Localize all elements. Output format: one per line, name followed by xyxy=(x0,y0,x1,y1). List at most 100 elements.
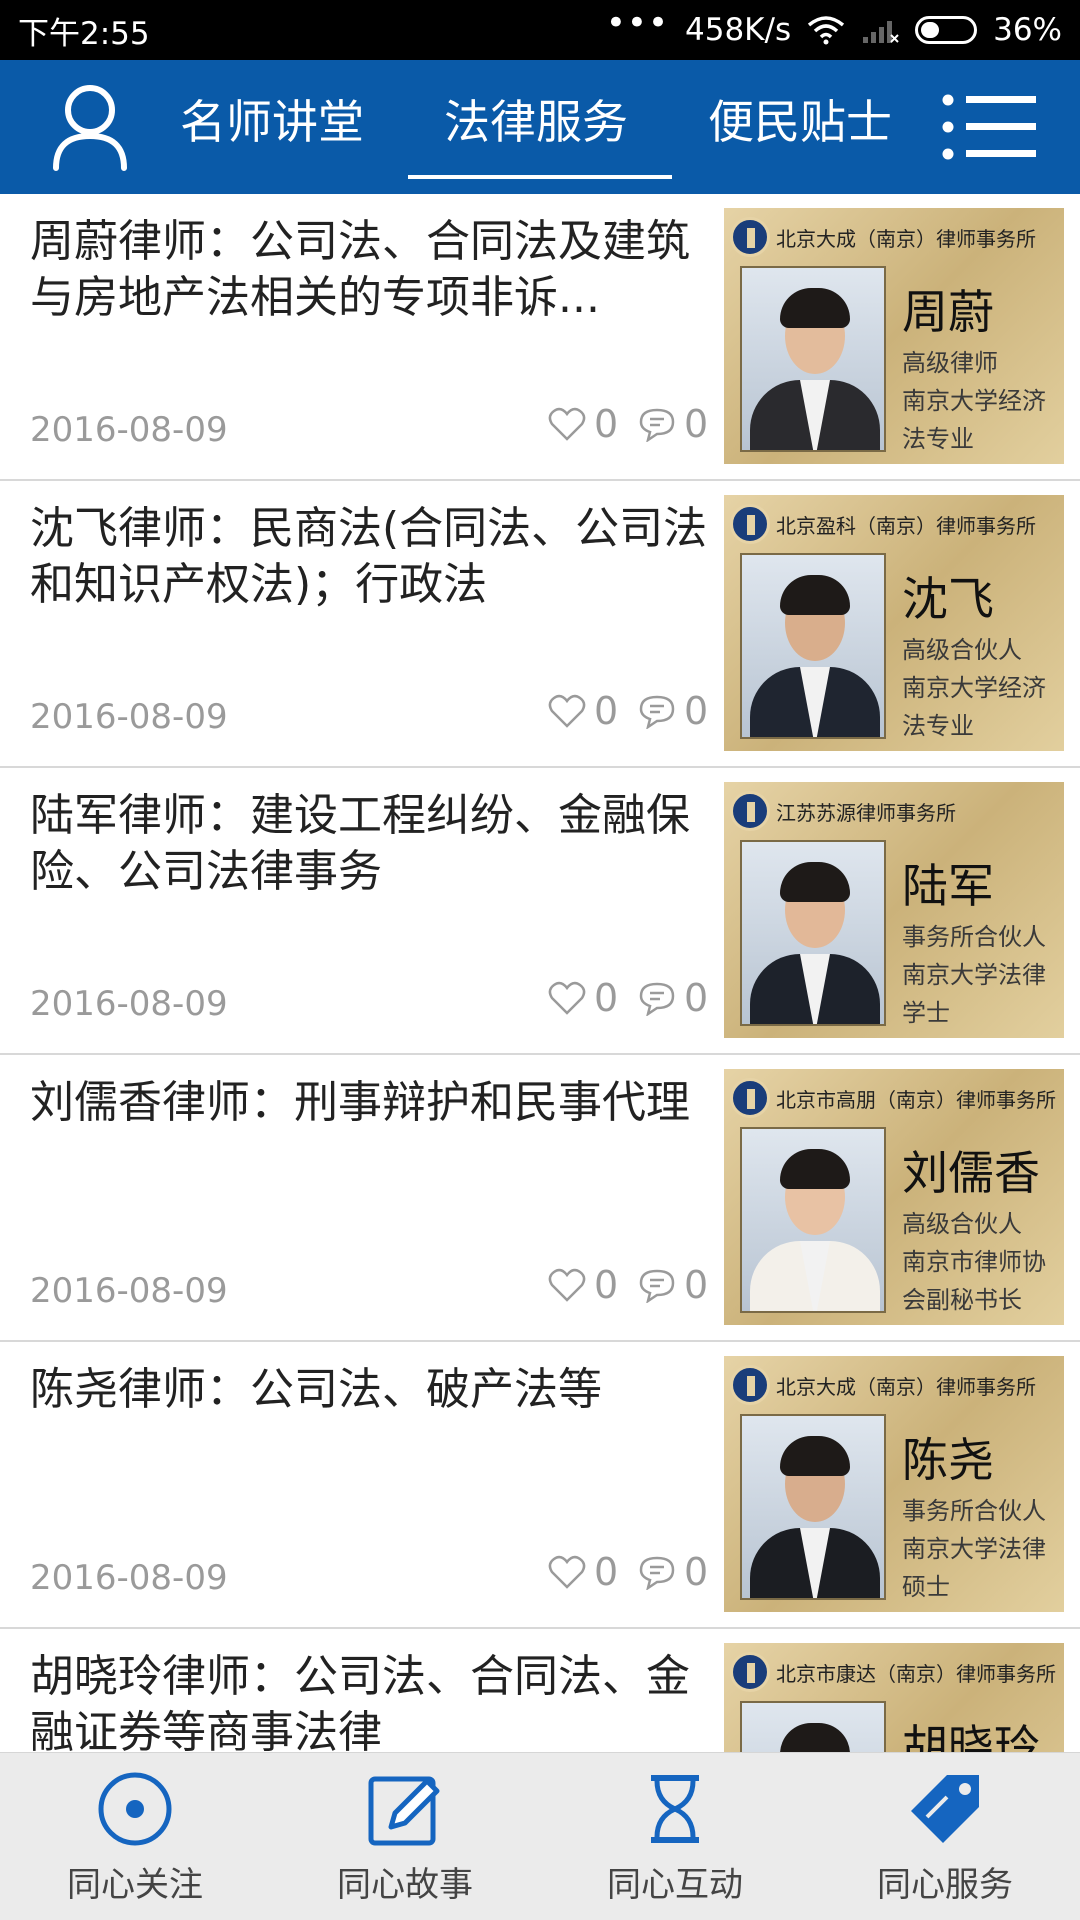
target-icon xyxy=(98,1772,172,1846)
status-bar: 下午2:55 ••• 458K/s 36% xyxy=(0,0,1080,60)
lawyer-desc-line: 会副秘书长 xyxy=(902,1286,1022,1314)
lawyer-photo xyxy=(740,1127,886,1313)
bottom-nav-stories[interactable]: 同心故事 xyxy=(270,1753,540,1920)
comment-icon xyxy=(639,982,675,1016)
battery-percent: 36% xyxy=(993,12,1062,48)
notification-dots: ••• xyxy=(605,3,669,43)
comment-count[interactable]: 0 xyxy=(638,689,708,733)
bottom-nav-label: 同心关注 xyxy=(67,1865,203,1905)
comment-count-value: 0 xyxy=(684,689,709,733)
battery-icon xyxy=(915,16,978,44)
heart-icon xyxy=(548,694,586,728)
tab-convenience-tips[interactable]: 便民贴士 xyxy=(708,90,892,154)
lawyer-desc-line: 高级律师 xyxy=(902,349,998,377)
status-time: 下午2:55 xyxy=(18,15,150,52)
lawyer-card-image: 北京市高朋（南京）律师事务所 刘儒香 高级合伙人 南京市律师协 会副秘书长 xyxy=(724,1069,1064,1325)
law-firm-name: 北京市高朋（南京）律师事务所 xyxy=(776,1087,1056,1112)
like-count[interactable]: 0 xyxy=(548,402,618,446)
article-title: 胡晓玲律师：公司法、合同法、金融证券等商事法律 xyxy=(30,1651,690,1752)
article-title: 刘儒香律师：刑事辩护和民事代理 xyxy=(30,1077,690,1128)
bottom-nav-focus[interactable]: 同心关注 xyxy=(0,1753,270,1920)
article-item[interactable]: 陆军律师：建设工程纠纷、金融保险、公司法律事务 2016-08-09 0 0 江… xyxy=(0,768,1080,1055)
like-count[interactable]: 0 xyxy=(548,1550,618,1594)
comment-icon xyxy=(639,408,675,442)
law-firm-name: 北京盈科（南京）律师事务所 xyxy=(776,513,1036,538)
article-item[interactable]: 胡晓玲律师：公司法、合同法、金融证券等商事法律 北京市康达（南京）律师事务所 胡… xyxy=(0,1629,1080,1752)
comment-icon xyxy=(639,1269,675,1303)
law-firm-name: 北京大成（南京）律师事务所 xyxy=(776,1374,1036,1399)
article-date: 2016-08-09 xyxy=(30,697,228,737)
like-count-value: 0 xyxy=(594,402,619,446)
heart-icon xyxy=(548,1555,586,1589)
article-date: 2016-08-09 xyxy=(30,410,228,450)
signal-icon xyxy=(863,21,899,43)
network-speed: 458K/s xyxy=(685,12,792,48)
comment-count[interactable]: 0 xyxy=(638,1550,708,1594)
article-title: 陈尧律师：公司法、破产法等 xyxy=(30,1364,602,1415)
lawyer-card-image: 北京市康达（南京）律师事务所 胡晓玲 xyxy=(724,1643,1064,1752)
comment-icon xyxy=(639,1556,675,1590)
lawyer-name: 沈飞 xyxy=(902,572,994,626)
heart-icon xyxy=(548,1268,586,1302)
lawyer-photo xyxy=(740,840,886,1026)
article-item[interactable]: 周蔚律师：公司法、合同法及建筑与房地产法相关的专项非诉... 2016-08-0… xyxy=(0,194,1080,481)
like-count[interactable]: 0 xyxy=(548,976,618,1020)
comment-icon xyxy=(639,695,675,729)
firm-emblem-icon xyxy=(730,217,770,257)
law-firm-header: 北京市高朋（南京）律师事务所 xyxy=(724,1075,1064,1121)
lawyer-desc-line: 高级合伙人 xyxy=(902,1210,1022,1238)
lawyer-description: 事务所合伙人 南京大学法律 学士 xyxy=(902,918,1062,1032)
comment-count-value: 0 xyxy=(684,1550,709,1594)
lawyer-desc-line: 南京大学经济 xyxy=(902,674,1046,702)
lawyer-name: 胡晓玲 xyxy=(902,1720,1040,1752)
law-firm-name: 北京市康达（南京）律师事务所 xyxy=(776,1661,1056,1686)
heart-icon xyxy=(548,407,586,441)
active-tab-indicator xyxy=(408,175,672,179)
comment-count[interactable]: 0 xyxy=(638,1263,708,1307)
lawyer-description: 高级合伙人南京市律师协 会副秘书长 xyxy=(902,1205,1062,1319)
menu-icon[interactable] xyxy=(942,94,1038,160)
status-right: ••• 458K/s 36% xyxy=(606,3,1062,48)
law-firm-name: 北京大成（南京）律师事务所 xyxy=(776,226,1036,251)
like-count[interactable]: 0 xyxy=(548,1263,618,1307)
lawyer-desc-line: 南京大学法律 xyxy=(902,961,1046,989)
lawyer-description: 高级合伙人 南京大学经济 法专业 xyxy=(902,631,1062,745)
lawyer-desc-line: 南京大学经济 xyxy=(902,387,1046,415)
bottom-nav-interaction[interactable]: 同心互动 xyxy=(540,1753,810,1920)
article-date: 2016-08-09 xyxy=(30,1271,228,1311)
user-icon[interactable] xyxy=(50,80,130,172)
article-item[interactable]: 刘儒香律师：刑事辩护和民事代理 2016-08-09 0 0 北京市高朋（南京）… xyxy=(0,1055,1080,1342)
bottom-nav-label: 同心服务 xyxy=(877,1865,1013,1905)
article-item[interactable]: 沈飞律师：民商法(合同法、公司法和知识产权法)；行政法 2016-08-09 0… xyxy=(0,481,1080,768)
lawyer-desc-line: 南京市律师协 xyxy=(902,1248,1046,1276)
tab-teacher-lecture[interactable]: 名师讲堂 xyxy=(180,90,364,154)
article-item[interactable]: 陈尧律师：公司法、破产法等 2016-08-09 0 0 北京大成（南京）律师事… xyxy=(0,1342,1080,1629)
comment-count[interactable]: 0 xyxy=(638,402,708,446)
article-title: 沈飞律师：民商法(合同法、公司法和知识产权法)；行政法 xyxy=(30,503,708,610)
heart-icon xyxy=(548,981,586,1015)
lawyer-desc-line: 法专业 xyxy=(902,712,974,740)
firm-emblem-icon xyxy=(730,1365,770,1405)
wifi-icon xyxy=(807,16,845,45)
edit-icon xyxy=(368,1776,440,1846)
lawyer-card-image: 江苏苏源律师事务所 陆军 事务所合伙人 南京大学法律 学士 xyxy=(724,782,1064,1038)
lawyer-desc-line: 硕士 xyxy=(902,1573,950,1601)
comment-count[interactable]: 0 xyxy=(638,976,708,1020)
bottom-nav-service[interactable]: 同心服务 xyxy=(810,1753,1080,1920)
like-count-value: 0 xyxy=(594,1550,619,1594)
like-count-value: 0 xyxy=(594,976,619,1020)
article-title: 周蔚律师：公司法、合同法及建筑与房地产法相关的专项非诉... xyxy=(30,216,690,323)
law-firm-name: 江苏苏源律师事务所 xyxy=(776,800,956,825)
law-firm-header: 江苏苏源律师事务所 xyxy=(724,788,1064,834)
tab-legal-services[interactable]: 法律服务 xyxy=(444,90,628,154)
law-firm-header: 北京市康达（南京）律师事务所 xyxy=(724,1649,1064,1695)
comment-count-value: 0 xyxy=(684,976,709,1020)
like-count[interactable]: 0 xyxy=(548,689,618,733)
bottom-nav-label: 同心互动 xyxy=(607,1865,743,1905)
law-firm-header: 北京盈科（南京）律师事务所 xyxy=(724,501,1064,547)
lawyer-desc-line: 事务所合伙人 xyxy=(902,923,1046,951)
lawyer-photo xyxy=(740,1701,886,1752)
lawyer-desc-line: 事务所合伙人 xyxy=(902,1497,1046,1525)
bottom-nav-label: 同心故事 xyxy=(337,1865,473,1905)
tag-icon xyxy=(911,1775,979,1843)
